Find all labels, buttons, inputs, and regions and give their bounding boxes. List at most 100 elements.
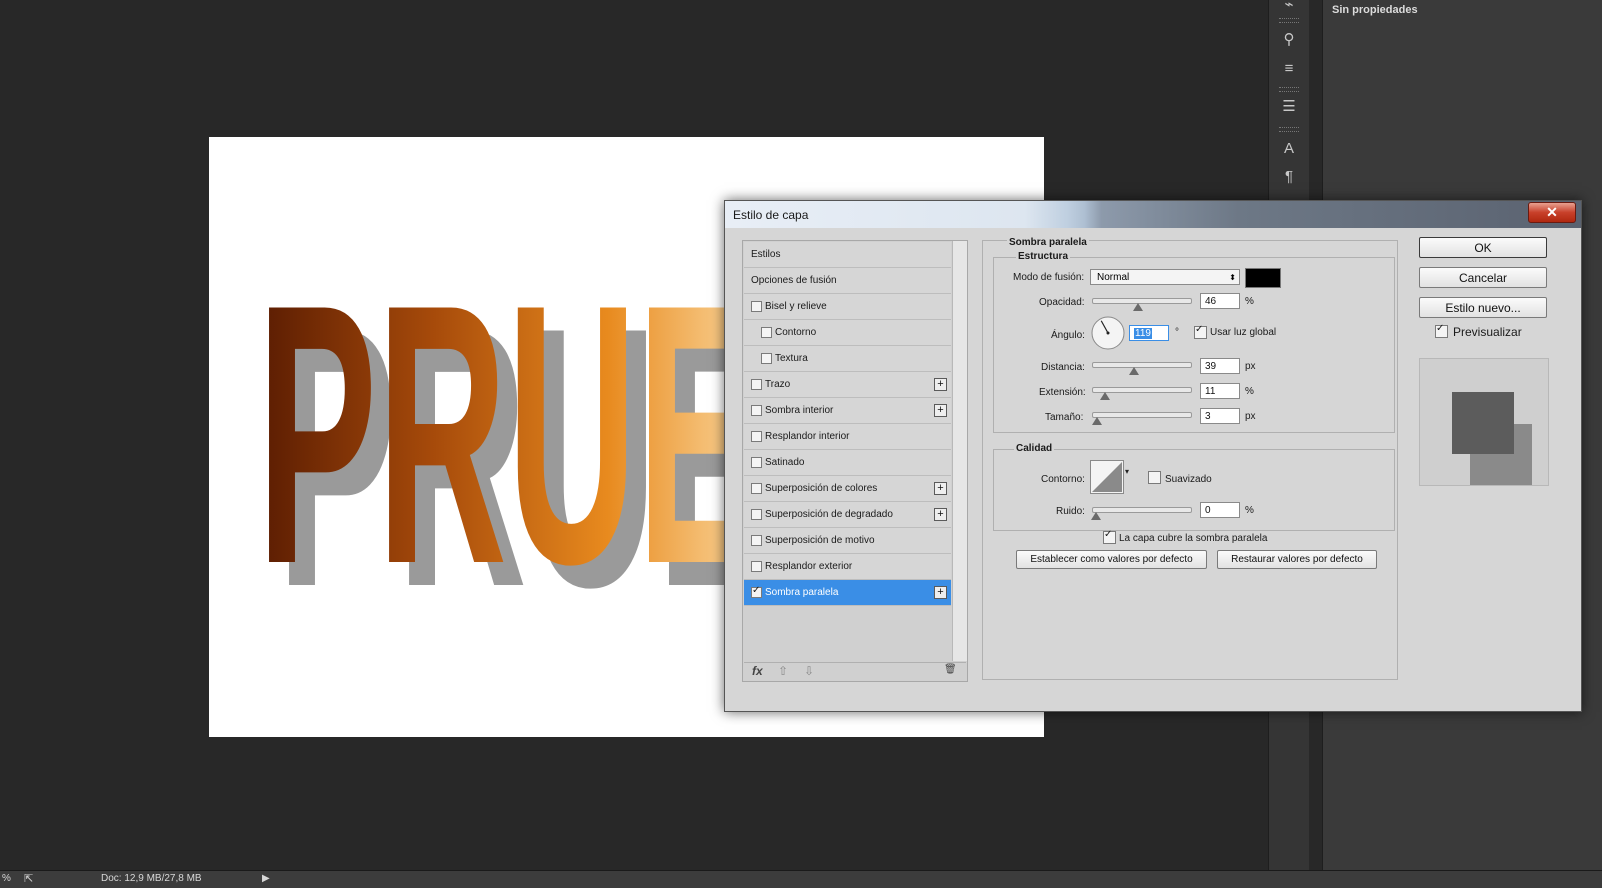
size-slider[interactable] (1092, 412, 1192, 425)
trash-icon[interactable]: 🗑 (944, 664, 957, 675)
move-up-icon[interactable]: ⇧ (778, 664, 788, 678)
styles-list-footer: fx ⇧ ⇩ 🗑 (744, 662, 966, 681)
adjustments-icon[interactable]: ≡ (1278, 58, 1300, 80)
style-item-label: Sombra interior (765, 405, 834, 416)
opacity-slider[interactable] (1092, 298, 1192, 311)
style-item-sombra-paralela[interactable]: Sombra paralela + (744, 580, 951, 606)
character-icon[interactable]: A (1278, 138, 1300, 160)
size-input[interactable]: 3 (1200, 408, 1240, 424)
size-slider-thumb[interactable] (1092, 417, 1102, 425)
style-item-sombra-interior[interactable]: Sombra interior + (744, 398, 951, 424)
noise-slider[interactable] (1091, 507, 1192, 520)
close-button[interactable]: ✕ (1528, 202, 1576, 223)
noise-slider-thumb[interactable] (1091, 512, 1101, 520)
antialias-checkbox[interactable] (1148, 471, 1161, 484)
contour-picker[interactable]: ▾ (1090, 460, 1132, 494)
add-style-plus-icon[interactable]: + (934, 482, 947, 495)
style-item-label: Superposición de degradado (765, 509, 893, 520)
distance-label: Distancia: (1041, 362, 1085, 373)
style-item-checkbox[interactable] (751, 457, 762, 468)
svg-text:▾: ▾ (1125, 467, 1129, 476)
set-default-button[interactable]: Establecer como valores por defecto (1016, 550, 1207, 569)
reset-default-button[interactable]: Restaurar valores por defecto (1217, 550, 1377, 569)
preview-swatch (1452, 392, 1514, 454)
clone-source-icon[interactable]: ⚲ (1278, 29, 1300, 51)
cancel-button[interactable]: Cancelar (1419, 267, 1547, 288)
add-style-plus-icon[interactable]: + (934, 404, 947, 417)
style-item-estilos[interactable]: Estilos (744, 242, 951, 268)
calidad-title: Calidad (1014, 443, 1055, 454)
blend-mode-select[interactable]: Normal ⬍ (1090, 269, 1240, 285)
angle-unit: ° (1175, 327, 1179, 338)
add-style-plus-icon[interactable]: + (934, 378, 947, 391)
opacity-slider-thumb[interactable] (1133, 303, 1144, 311)
style-item-superposición-de-colores[interactable]: Superposición de colores + (744, 476, 951, 502)
share-icon[interactable]: ⇱ (24, 872, 33, 885)
style-item-checkbox[interactable] (751, 301, 762, 312)
style-item-label: Resplandor exterior (765, 561, 853, 572)
distance-slider[interactable] (1092, 362, 1192, 375)
style-item-checkbox[interactable] (751, 585, 762, 598)
style-item-checkbox[interactable] (751, 483, 762, 494)
angle-dial[interactable] (1090, 315, 1126, 351)
brush-preset-icon[interactable]: ⌁ (1278, 0, 1300, 16)
style-item-label: Superposición de colores (765, 483, 878, 494)
style-item-checkbox[interactable] (751, 379, 762, 390)
style-item-trazo[interactable]: Trazo + (744, 372, 951, 398)
fx-icon[interactable]: fx (752, 664, 763, 678)
noise-input[interactable]: 0 (1200, 502, 1240, 518)
dialog-titlebar[interactable] (725, 201, 1581, 228)
spread-unit: % (1245, 386, 1254, 397)
styles-list: Estilos Opciones de fusión Bisel y relieve… (742, 240, 968, 682)
preview-checkbox[interactable] (1435, 323, 1448, 338)
properties-panel-title: Sin propiedades (1332, 4, 1418, 16)
opacity-input[interactable]: 46 (1200, 293, 1240, 309)
dock-grip[interactable] (1279, 87, 1299, 92)
style-item-resplandor-exterior[interactable]: Resplandor exterior (744, 554, 951, 580)
style-item-contorno[interactable]: Contorno (744, 320, 951, 346)
spread-slider[interactable] (1092, 387, 1192, 400)
angle-input[interactable]: 119 (1129, 325, 1169, 341)
dock-grip[interactable] (1279, 18, 1299, 23)
status-menu-arrow-icon[interactable]: ▶ (262, 873, 270, 884)
style-item-label: Resplandor interior (765, 431, 850, 442)
style-item-checkbox[interactable] (761, 353, 772, 364)
styles-list-scrollbar[interactable] (952, 241, 967, 661)
add-style-plus-icon[interactable]: + (934, 508, 947, 521)
style-item-textura[interactable]: Textura (744, 346, 951, 372)
zoom-level[interactable]: % (2, 873, 11, 884)
style-item-checkbox[interactable] (751, 561, 762, 572)
add-style-plus-icon[interactable]: + (934, 586, 947, 599)
knockout-checkbox[interactable] (1103, 529, 1116, 544)
new-style-button[interactable]: Estilo nuevo... (1419, 297, 1547, 318)
spread-slider-thumb[interactable] (1100, 392, 1110, 400)
style-item-checkbox[interactable] (751, 509, 762, 520)
style-item-label: Estilos (751, 249, 781, 260)
style-item-label: Bisel y relieve (765, 301, 827, 312)
dock-grip[interactable] (1279, 127, 1299, 132)
ok-button[interactable]: OK (1419, 237, 1547, 258)
move-down-icon[interactable]: ⇩ (804, 664, 814, 678)
global-light-checkbox[interactable] (1194, 324, 1207, 339)
style-item-resplandor-interior[interactable]: Resplandor interior (744, 424, 951, 450)
style-item-checkbox[interactable] (751, 535, 762, 546)
style-item-checkbox[interactable] (751, 431, 762, 442)
style-item-superposición-de-degradado[interactable]: Superposición de degradado + (744, 502, 951, 528)
style-item-satinado[interactable]: Satinado (744, 450, 951, 476)
select-arrows-icon: ⬍ (1229, 273, 1236, 282)
layer-comps-icon[interactable]: ☰ (1278, 96, 1300, 118)
style-preview (1419, 358, 1549, 486)
opacity-unit: % (1245, 296, 1254, 307)
shadow-color-swatch[interactable] (1245, 268, 1281, 288)
dialog-title: Estilo de capa (733, 208, 809, 222)
paragraph-icon[interactable]: ¶ (1278, 166, 1300, 188)
spread-input[interactable]: 11 (1200, 383, 1240, 399)
style-item-opciones-de-fusión[interactable]: Opciones de fusión (744, 268, 951, 294)
style-item-checkbox[interactable] (751, 405, 762, 416)
distance-slider-thumb[interactable] (1129, 367, 1139, 375)
style-item-bisel-y-relieve[interactable]: Bisel y relieve (744, 294, 951, 320)
style-item-superposición-de-motivo[interactable]: Superposición de motivo (744, 528, 951, 554)
style-item-checkbox[interactable] (761, 327, 772, 338)
style-item-label: Sombra paralela (765, 587, 839, 598)
distance-input[interactable]: 39 (1200, 358, 1240, 374)
